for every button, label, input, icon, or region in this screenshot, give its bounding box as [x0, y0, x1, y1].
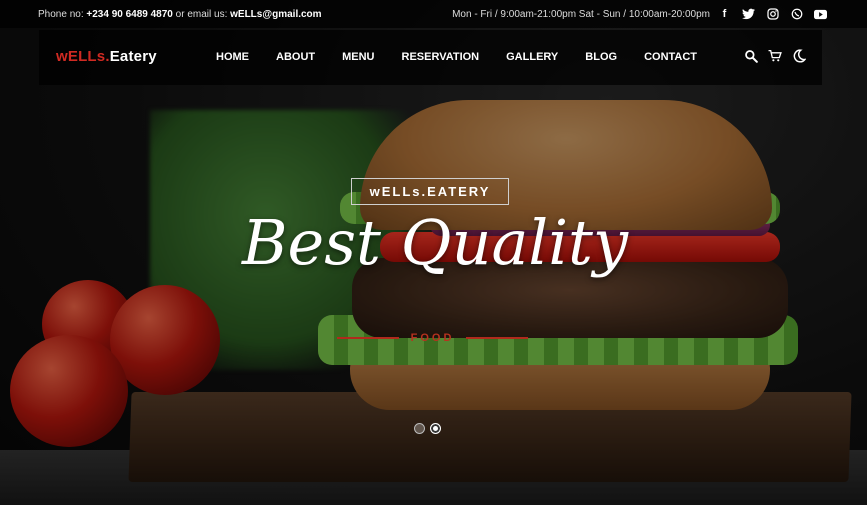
nav-item-reservation[interactable]: RESERVATION: [402, 51, 480, 63]
site-logo[interactable]: wELLs.Eatery: [56, 48, 157, 65]
subtitle-divider: [466, 337, 529, 339]
opening-hours: Mon - Fri / 9:00am-21:00pm Sat - Sun / 1…: [452, 8, 710, 20]
email-address[interactable]: wELLs@gmail.com: [230, 9, 321, 20]
nav-item-gallery[interactable]: GALLERY: [506, 51, 558, 63]
search-icon[interactable]: [744, 49, 758, 63]
main-navbar: wELLs.Eatery HOME ABOUT MENU RESERVATION…: [39, 30, 822, 85]
hero-subtitle: FOOD: [335, 330, 530, 346]
twitter-icon[interactable]: [742, 8, 755, 21]
hero-badge: wELLs.EATERY: [351, 178, 509, 205]
nav-item-home[interactable]: HOME: [216, 51, 249, 63]
nav-menu: HOME ABOUT MENU RESERVATION GALLERY BLOG…: [216, 51, 724, 63]
subtitle-divider: [336, 337, 399, 339]
contact-info: Phone no: +234 90 6489 4870 or email us:…: [38, 9, 322, 20]
subtitle-text: FOOD: [410, 332, 455, 344]
slider-pagination: [414, 423, 441, 434]
cart-icon[interactable]: [768, 49, 782, 63]
phone-label: Phone no:: [38, 8, 84, 20]
social-links: f: [718, 8, 827, 21]
facebook-icon[interactable]: f: [718, 8, 731, 21]
top-info-bar: Phone no: +234 90 6489 4870 or email us:…: [0, 0, 867, 28]
nav-actions: [744, 49, 806, 63]
logo-brand: wELLs.: [56, 48, 110, 65]
nav-item-about[interactable]: ABOUT: [276, 51, 315, 63]
nav-item-blog[interactable]: BLOG: [585, 51, 617, 63]
instagram-icon[interactable]: [766, 8, 779, 21]
slide-dot-active[interactable]: [430, 423, 441, 434]
nav-item-menu[interactable]: MENU: [342, 51, 374, 63]
moon-icon[interactable]: [792, 49, 806, 63]
logo-suffix: Eatery: [109, 48, 157, 65]
phone-number[interactable]: +234 90 6489 4870: [86, 9, 172, 20]
email-label: or email us:: [175, 8, 228, 20]
hero-headline: Best Quality: [241, 206, 629, 279]
slide-dot[interactable]: [414, 423, 425, 434]
whatsapp-icon[interactable]: [790, 8, 803, 21]
nav-item-contact[interactable]: CONTACT: [644, 51, 697, 63]
youtube-icon[interactable]: [814, 8, 827, 21]
